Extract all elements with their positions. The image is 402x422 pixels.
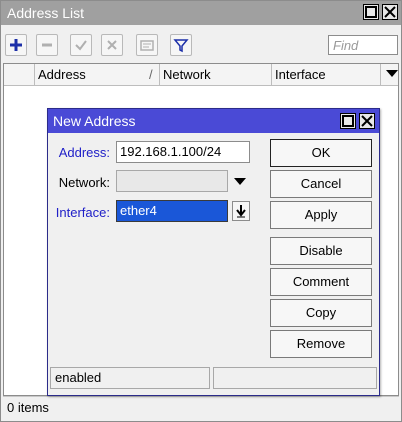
enable-button[interactable] bbox=[70, 34, 92, 56]
apply-button[interactable]: Apply bbox=[270, 201, 372, 229]
address-label: Address: bbox=[58, 145, 110, 160]
dialog-titlebar[interactable]: New Address bbox=[48, 109, 379, 133]
copy-button[interactable]: Copy bbox=[270, 299, 372, 327]
note-icon bbox=[140, 40, 154, 51]
column-menu-icon[interactable] bbox=[386, 70, 398, 78]
status-bar: 0 items bbox=[3, 396, 399, 419]
window-titlebar[interactable]: Address List bbox=[1, 1, 401, 25]
new-address-dialog: New Address Address: 192.168.1.100/24 Ne… bbox=[47, 108, 380, 396]
dialog-status-extra bbox=[213, 367, 377, 389]
dialog-maximize-button[interactable] bbox=[340, 113, 356, 129]
checkmark-icon bbox=[75, 40, 87, 51]
enabled-status: enabled bbox=[50, 367, 210, 389]
remove-button[interactable]: Remove bbox=[270, 330, 372, 358]
minus-icon bbox=[42, 43, 52, 47]
column-address[interactable]: Address bbox=[38, 67, 86, 82]
column-interface[interactable]: Interface bbox=[275, 67, 326, 82]
sort-icon: / bbox=[149, 67, 153, 82]
column-network[interactable]: Network bbox=[163, 67, 211, 82]
comment-button[interactable]: Comment bbox=[270, 268, 372, 296]
interface-dropdown-button[interactable] bbox=[232, 201, 250, 221]
table-header: Address / Network Interface bbox=[4, 64, 398, 86]
dialog-status-bar: enabled bbox=[50, 365, 377, 391]
window-title: Address List bbox=[7, 5, 85, 21]
dialog-title: New Address bbox=[53, 113, 136, 129]
close-button[interactable] bbox=[382, 4, 398, 20]
filter-icon bbox=[173, 39, 189, 53]
interface-label: Interface: bbox=[55, 205, 110, 220]
address-field[interactable]: 192.168.1.100/24 bbox=[116, 141, 250, 163]
interface-select[interactable]: ether4 bbox=[116, 200, 228, 222]
plus-icon bbox=[10, 39, 22, 51]
maximize-icon bbox=[342, 115, 354, 127]
close-icon bbox=[361, 115, 373, 127]
ok-button[interactable]: OK bbox=[270, 139, 372, 167]
network-label: Network: bbox=[58, 175, 110, 190]
maximize-icon bbox=[365, 6, 377, 18]
remove-button[interactable] bbox=[36, 34, 58, 56]
network-dropdown-icon[interactable] bbox=[234, 178, 246, 186]
filter-button[interactable] bbox=[170, 34, 192, 56]
network-field[interactable] bbox=[116, 170, 228, 192]
cross-icon bbox=[107, 40, 117, 50]
comment-button[interactable] bbox=[136, 34, 158, 56]
close-icon bbox=[384, 6, 396, 18]
cancel-button[interactable]: Cancel bbox=[270, 170, 372, 198]
find-input[interactable]: Find bbox=[328, 35, 398, 55]
maximize-button[interactable] bbox=[363, 4, 379, 20]
arrow-down-icon bbox=[236, 205, 246, 218]
disable-button[interactable] bbox=[101, 34, 123, 56]
dialog-close-button[interactable] bbox=[359, 113, 375, 129]
disable-button[interactable]: Disable bbox=[270, 237, 372, 265]
add-button[interactable] bbox=[5, 34, 27, 56]
item-count: 0 items bbox=[7, 400, 49, 415]
